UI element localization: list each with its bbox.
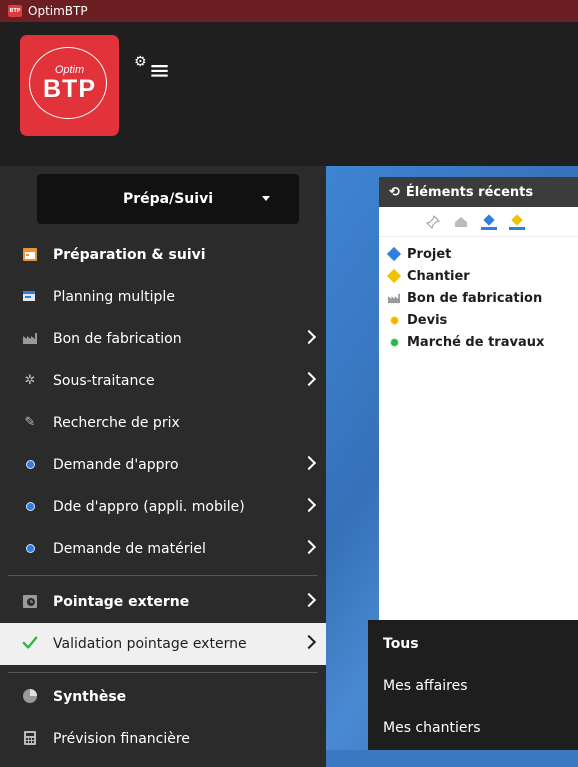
pencil-icon: ✎	[24, 414, 36, 430]
settings-menu-button[interactable]: ⚙ ≡	[134, 54, 171, 86]
window-title: OptimBTP	[28, 4, 88, 18]
sidebar: Prépa/Suivi Préparation & suivi Planning…	[0, 166, 326, 767]
sidebar-item-label: Dde d'appro (appli. mobile)	[53, 499, 245, 515]
pie-chart-icon	[22, 688, 38, 704]
factory-icon	[22, 330, 38, 346]
window-title-bar: BTP OptimBTP	[0, 0, 578, 22]
chevron-right-icon	[301, 455, 317, 471]
recent-item-marche-de-travaux[interactable]: Marché de travaux	[379, 331, 578, 353]
sidebar-item-dde-appro-mobile[interactable]: Dde d'appro (appli. mobile)	[0, 486, 326, 528]
recent-item-label: Marché de travaux	[407, 334, 545, 350]
recent-items-toolbar	[379, 207, 578, 237]
checkmark-icon	[22, 635, 38, 651]
blue-dot-icon	[22, 498, 38, 514]
yellow-dot-icon	[387, 313, 401, 327]
submenu-item-tous[interactable]: Tous	[383, 636, 419, 652]
sidebar-item-label: Recherche de prix	[53, 415, 180, 431]
submenu-item-mes-chantiers[interactable]: Mes chantiers	[383, 720, 481, 736]
recent-item-chantier[interactable]: Chantier	[379, 265, 578, 287]
module-dropdown[interactable]: Prépa/Suivi	[37, 174, 299, 224]
sidebar-item-label: Pointage externe	[53, 594, 190, 610]
sidebar-item-recherche-de-prix[interactable]: ✎ Recherche de prix	[0, 402, 326, 444]
recent-items-panel: ⟲ Éléments récents Projet Chantier Bon d…	[379, 177, 578, 637]
sidebar-item-bon-de-fabrication[interactable]: Bon de fabrication	[0, 318, 326, 360]
recent-item-label: Devis	[407, 312, 448, 328]
logo-btp-text: BTP	[43, 75, 96, 103]
module-dropdown-label: Prépa/Suivi	[122, 191, 213, 207]
sidebar-item-validation-pointage-externe[interactable]: Validation pointage externe	[0, 623, 326, 665]
factory-icon	[387, 291, 401, 305]
site-icon	[386, 268, 402, 284]
app-header: Optim BTP ⚙ ≡	[0, 22, 578, 166]
chevron-right-icon	[301, 539, 317, 555]
blue-dot-icon	[22, 456, 38, 472]
caret-down-icon	[262, 196, 270, 201]
background-strip	[326, 750, 578, 767]
sidebar-item-prevision-financiere[interactable]: Prévision financière	[0, 718, 326, 760]
recent-item-label: Chantier	[407, 268, 470, 284]
sidebar-item-label: Planning multiple	[53, 289, 175, 305]
sidebar-item-demande-appro[interactable]: Demande d'appro	[0, 444, 326, 486]
sidebar-item-preparation-suivi[interactable]: Préparation & suivi	[0, 234, 326, 276]
divider	[8, 575, 318, 576]
history-icon: ⟲	[389, 184, 400, 200]
recent-item-projet[interactable]: Projet	[379, 243, 578, 265]
site-filter-icon[interactable]	[509, 214, 525, 230]
app-icon: BTP	[8, 5, 22, 17]
sidebar-item-label: Validation pointage externe	[53, 636, 247, 652]
project-icon	[386, 246, 402, 262]
sidebar-item-demande-materiel[interactable]: Demande de matériel	[0, 528, 326, 570]
sidebar-item-label: Préparation & suivi	[53, 247, 206, 263]
clock-calendar-icon	[22, 593, 38, 609]
sidebar-item-label: Synthèse	[53, 689, 127, 705]
submenu-item-mes-affaires[interactable]: Mes affaires	[383, 678, 468, 694]
sidebar-item-label: Prévision financière	[53, 731, 190, 747]
blue-dot-icon	[22, 540, 38, 556]
recent-items-title: Éléments récents	[405, 184, 534, 200]
sidebar-item-label: Bon de fabrication	[53, 331, 182, 347]
pointage-submenu: Tous Mes affaires Mes chantiers	[368, 620, 578, 750]
sidebar-item-sous-traitance[interactable]: ✲ Sous-traitance	[0, 360, 326, 402]
sidebar-item-synthese[interactable]: Synthèse	[0, 676, 326, 718]
sidebar-item-label: Demande de matériel	[53, 541, 206, 557]
sidebar-item-pointage-externe[interactable]: Pointage externe	[0, 581, 326, 623]
gear-icon: ⚙	[134, 54, 147, 70]
divider	[8, 672, 318, 673]
sidebar-item-label: Demande d'appro	[53, 457, 179, 473]
recent-item-label: Bon de fabrication	[407, 290, 543, 306]
calendar-icon	[22, 246, 38, 262]
recent-item-devis[interactable]: Devis	[379, 309, 578, 331]
recent-item-label: Projet	[407, 246, 452, 262]
sidebar-item-label: Sous-traitance	[53, 373, 155, 389]
optimbtp-logo[interactable]: Optim BTP	[20, 35, 119, 136]
recent-item-bon-de-fabrication[interactable]: Bon de fabrication	[379, 287, 578, 309]
chevron-right-icon	[301, 497, 317, 513]
chevron-right-icon	[301, 329, 317, 345]
pin-icon[interactable]	[425, 214, 441, 230]
cog-icon: ✲	[24, 372, 36, 388]
sidebar-item-planning-multiple[interactable]: Planning multiple	[0, 276, 326, 318]
chevron-right-icon	[301, 371, 317, 387]
home-icon[interactable]	[453, 214, 469, 230]
calculator-icon	[22, 730, 38, 746]
hamburger-menu-icon: ≡	[148, 56, 171, 86]
chevron-right-icon	[301, 634, 317, 650]
planning-icon	[22, 288, 38, 304]
recent-items-header: ⟲ Éléments récents	[379, 177, 578, 207]
green-dot-icon	[387, 335, 401, 349]
chevron-right-icon	[301, 592, 317, 608]
project-filter-icon[interactable]	[481, 214, 497, 230]
